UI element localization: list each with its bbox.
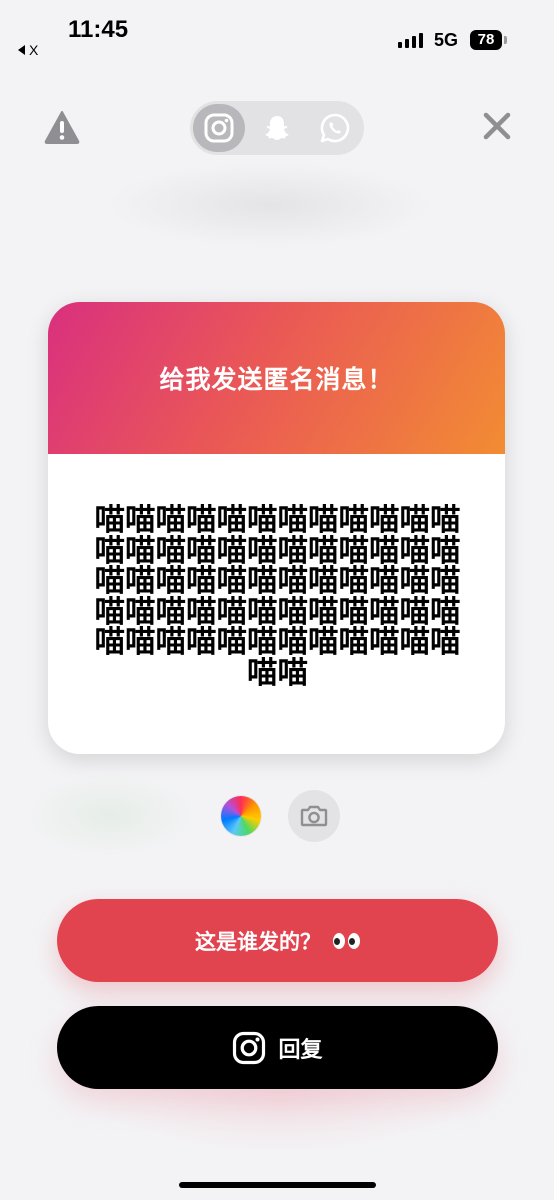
share-destination-switch — [190, 101, 364, 155]
snapchat-icon — [265, 116, 289, 140]
eyes-icon — [333, 932, 360, 949]
card-body: 喵喵喵喵喵喵喵喵喵喵喵喵喵喵喵喵喵喵喵喵喵喵喵喵喵喵喵喵喵喵喵喵喵喵喵喵喵喵喵喵… — [48, 454, 505, 754]
reply-label: 回复 — [278, 1037, 323, 1063]
instagram-icon — [204, 113, 234, 143]
battery-icon: 78 — [470, 30, 502, 50]
battery-tip — [504, 36, 507, 44]
status-bar: 11:45 X 5G 78 — [0, 0, 554, 70]
back-arrow-icon — [18, 45, 25, 55]
reply-button[interactable]: 回复 — [57, 1006, 498, 1089]
card-title: 给我发送匿名消息！ — [159, 365, 394, 394]
network-label: 5G — [434, 30, 459, 50]
signal-icon — [398, 32, 423, 48]
who-sent-button[interactable]: 这是谁发的？ — [57, 899, 498, 982]
close-icon[interactable] — [482, 111, 512, 141]
status-time: 11:45 — [68, 16, 129, 43]
message-card: 给我发送匿名消息！ 喵喵喵喵喵喵喵喵喵喵喵喵喵喵喵喵喵喵喵喵喵喵喵喵喵喵喵喵喵喵… — [48, 302, 505, 754]
home-indicator — [179, 1182, 376, 1188]
share-option-instagram[interactable] — [193, 104, 245, 152]
share-option-snapchat[interactable] — [251, 104, 303, 152]
color-picker-button[interactable] — [221, 796, 261, 836]
camera-button[interactable] — [288, 790, 340, 842]
instagram-icon — [233, 1031, 266, 1064]
back-app-label: X — [29, 42, 39, 58]
whatsapp-icon — [320, 113, 350, 143]
message-text: 喵喵喵喵喵喵喵喵喵喵喵喵喵喵喵喵喵喵喵喵喵喵喵喵喵喵喵喵喵喵喵喵喵喵喵喵喵喵喵喵… — [94, 503, 461, 691]
camera-icon — [300, 805, 328, 827]
warning-icon[interactable] — [44, 110, 80, 144]
who-sent-label: 这是谁发的？ — [195, 929, 321, 954]
share-option-whatsapp[interactable] — [309, 104, 361, 152]
back-to-app-link[interactable]: X — [18, 42, 38, 58]
